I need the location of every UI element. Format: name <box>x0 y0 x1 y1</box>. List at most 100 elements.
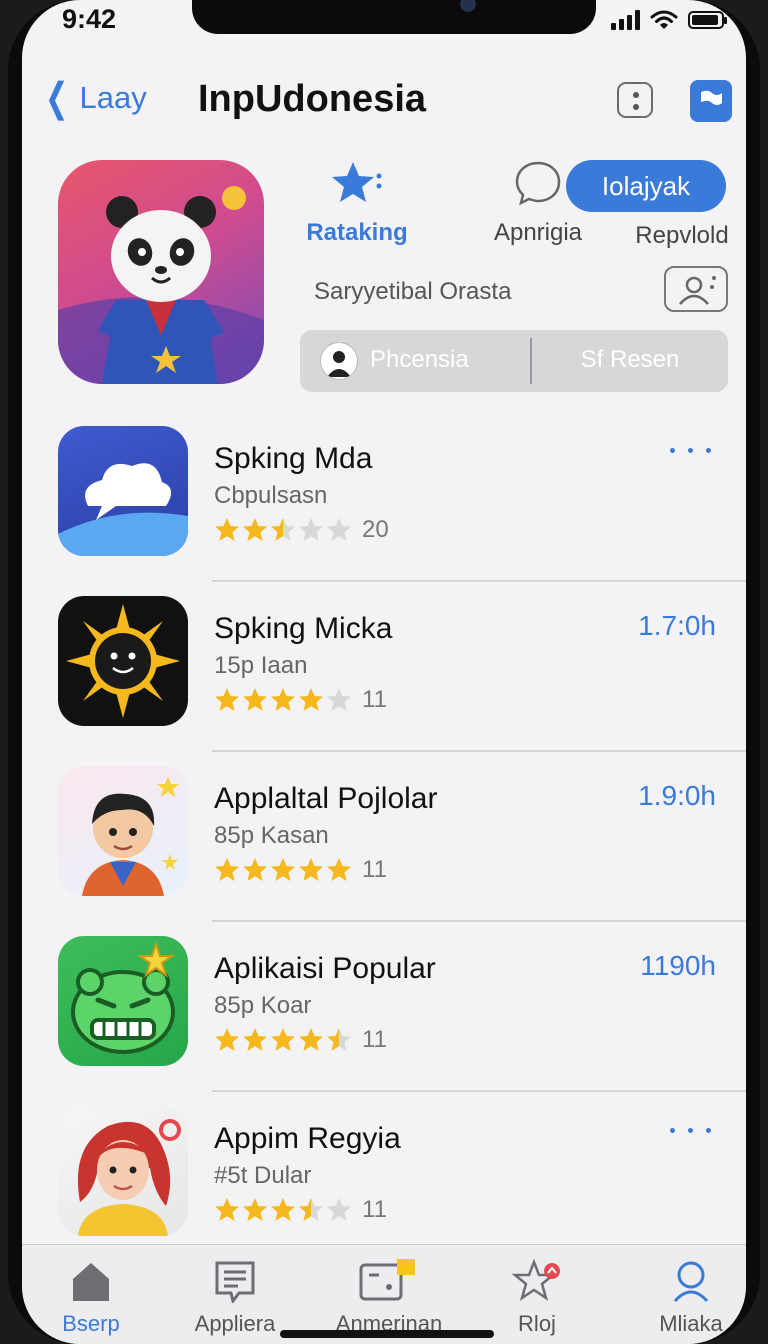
list-item[interactable]: Aplikaisi Popular 85p Koar 11 1190h <box>22 922 746 1092</box>
status-icons <box>611 10 727 30</box>
more-button[interactable] <box>666 440 716 460</box>
star-icon <box>271 1028 295 1051</box>
star-icon <box>299 858 323 881</box>
home-icon <box>73 1263 109 1301</box>
app-action-button[interactable]: 1.7:0h <box>638 610 716 642</box>
signal-icon <box>611 10 640 30</box>
camera-icon <box>460 0 476 12</box>
flag-icon <box>701 90 722 112</box>
rating-count: 11 <box>362 1026 387 1053</box>
star-icon <box>327 1028 351 1051</box>
avatar <box>320 342 358 380</box>
star-icon <box>327 688 351 711</box>
list-item[interactable]: Spking Micka 15p Iaan 11 1.7:0h <box>22 582 746 752</box>
star-icon <box>215 688 239 711</box>
tab-report[interactable]: Repvlold <box>632 214 732 250</box>
profile-button[interactable] <box>664 266 728 312</box>
notch <box>192 0 596 34</box>
tab-label: Rataking <box>306 219 408 246</box>
tab-bar-item-arcade[interactable]: Anmerinan <box>324 1257 454 1337</box>
tab-bar-item-apps[interactable]: Appliera <box>170 1257 300 1337</box>
tab-bar: Bserp Appliera Anmerinan Rloj Mliaka <box>22 1244 746 1344</box>
app-icon-sun <box>58 596 188 726</box>
tab-bar-item-search[interactable]: Mliaka <box>626 1257 746 1337</box>
featured-app-icon[interactable] <box>58 160 264 384</box>
sun-face-icon <box>66 604 180 718</box>
home-indicator <box>280 1330 494 1338</box>
star-icon <box>299 1028 323 1051</box>
app-icon-cloud <box>58 426 188 556</box>
green-monster-icon <box>71 940 176 1054</box>
app-category: 15p Iaan <box>214 652 308 679</box>
star-badge-icon <box>512 1259 560 1301</box>
rating-count: 11 <box>362 686 387 713</box>
segment-left[interactable]: Phcensia <box>300 330 530 392</box>
app-name: Spking Mda <box>214 442 373 475</box>
flag-button[interactable] <box>690 80 732 122</box>
wifi-icon <box>650 10 678 29</box>
tab-bar-label: Mliaka <box>659 1311 723 1336</box>
star-icon <box>299 518 323 541</box>
battery-icon <box>688 11 727 29</box>
back-label: Laay <box>79 80 147 115</box>
star-icon <box>215 1198 239 1221</box>
star-icon <box>299 1198 323 1221</box>
news-icon <box>215 1261 255 1303</box>
screen: 9:42 ❮ Laay InpUdonesia Rataking Apnrigi… <box>22 0 746 1344</box>
tab-bar-item-favorites[interactable]: Rloj <box>472 1257 602 1337</box>
more-options-button[interactable] <box>617 82 653 118</box>
star-icon <box>327 858 351 881</box>
arcade-icon <box>359 1259 415 1301</box>
tab-bar-label: Bserp <box>62 1311 120 1336</box>
app-name: Appim Regyia <box>214 1122 401 1155</box>
star-icon <box>271 518 295 541</box>
back-button[interactable]: ❮ Laay <box>40 78 147 118</box>
boy-avatar-icon <box>82 776 179 896</box>
star-rating: 20 <box>214 516 389 544</box>
app-category: 85p Koar <box>214 992 312 1019</box>
star-icon <box>243 518 267 541</box>
tab-label: Apnrigia <box>493 219 583 246</box>
list-item[interactable]: Applaltal Pojlolar 85p Kasan 11 1.9:0h <box>22 752 746 922</box>
star-icon <box>243 688 267 711</box>
page-title: InpUdonesia <box>198 78 427 120</box>
app-name: Spking Micka <box>214 612 393 645</box>
get-button[interactable]: Iolajyak <box>566 160 726 212</box>
segment-right[interactable]: Sf Resen <box>532 330 728 392</box>
rating-count: 11 <box>362 1196 387 1223</box>
star-rating: 11 <box>214 1196 387 1224</box>
star-rating: 11 <box>214 1026 387 1054</box>
detail-tabs: Rataking Apnrigia Iolajyak Repvlold <box>302 160 742 260</box>
search-icon <box>673 1261 709 1303</box>
app-action-button[interactable]: 1.9:0h <box>638 780 716 812</box>
star-icon <box>215 858 239 881</box>
phone-frame: 9:42 ❮ Laay InpUdonesia Rataking Apnrigi… <box>8 0 760 1344</box>
list-item[interactable]: Spking Mda Cbpulsasn 20 <box>22 412 746 582</box>
segment-right-label: Sf Resen <box>580 346 680 373</box>
avatar-image <box>327 351 351 377</box>
app-category: #5t Dular <box>214 1162 312 1189</box>
app-icon-monster <box>58 936 188 1066</box>
star-icon <box>327 1198 351 1221</box>
tab-label: Repvlold <box>635 222 729 249</box>
star-icon <box>243 858 267 881</box>
rating-count: 20 <box>362 516 389 543</box>
cloud-chat-icon <box>58 463 188 556</box>
person-icon <box>679 276 716 305</box>
app-category: 85p Kasan <box>214 822 329 849</box>
star-icon <box>243 1198 267 1221</box>
app-action-button[interactable]: 1190h <box>640 950 716 982</box>
star-rating: 11 <box>214 686 387 714</box>
status-time: 9:42 <box>62 4 117 34</box>
star-icon <box>215 518 239 541</box>
tab-ratings[interactable]: Rataking <box>302 160 412 247</box>
list-item[interactable]: Appim Regyia #5t Dular 11 <box>22 1092 746 1262</box>
app-icon-girl <box>58 1106 188 1236</box>
app-category: Cbpulsasn <box>214 482 328 509</box>
segment-left-label: Phcensia <box>370 346 469 373</box>
app-name: Applaltal Pojlolar <box>214 782 438 815</box>
more-button[interactable] <box>666 1120 716 1140</box>
tab-bar-item-home[interactable]: Bserp <box>26 1257 156 1337</box>
star-icon <box>332 162 382 202</box>
panda-mascot-image <box>58 186 264 384</box>
